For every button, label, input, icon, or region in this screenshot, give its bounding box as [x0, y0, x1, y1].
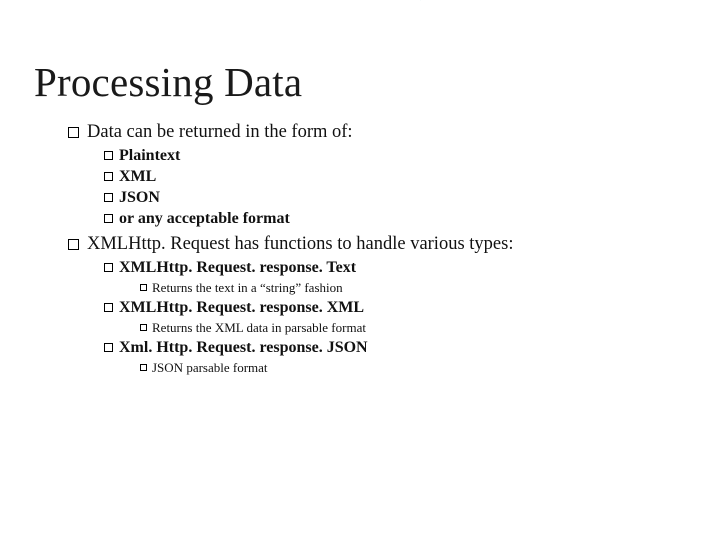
bullet-text: or any acceptable format — [119, 210, 290, 227]
square-bullet-icon — [104, 172, 113, 181]
bullet-lvl3: JSON parsable format — [140, 360, 680, 376]
bullet-text: JSON — [119, 189, 160, 206]
bullet-text: Returns the XML data in parsable format — [152, 320, 366, 335]
square-bullet-icon — [104, 263, 113, 272]
square-bullet-icon — [140, 284, 147, 291]
square-bullet-icon — [104, 303, 113, 312]
bullet-lvl2: JSON — [104, 189, 680, 207]
bullet-lvl1: XMLHttp. Request has functions to handle… — [34, 234, 680, 376]
slide-content: Processing Data Data can be returned in … — [0, 0, 720, 376]
bullet-lvl3: Returns the XML data in parsable format — [140, 320, 680, 336]
bullet-lvl2: XMLHttp. Request. response. Text — [104, 259, 680, 277]
bullet-text: Data can be returned in the form of: — [87, 122, 353, 142]
square-bullet-icon — [104, 214, 113, 223]
bullet-lvl2: or any acceptable format — [104, 210, 680, 228]
bullet-lvl3: Returns the text in a “string” fashion — [140, 280, 680, 296]
bullet-text: Returns the text in a “string” fashion — [152, 280, 343, 295]
bullet-text: Plaintext — [119, 147, 180, 164]
square-bullet-icon — [68, 239, 79, 250]
square-bullet-icon — [104, 343, 113, 352]
bullet-lvl1: Data can be returned in the form of: Pla… — [34, 122, 680, 228]
bullet-text: XMLHttp. Request. response. Text — [119, 259, 356, 276]
square-bullet-icon — [104, 193, 113, 202]
bullet-lvl2: XMLHttp. Request. response. XML — [104, 299, 680, 317]
bullet-lvl2: Plaintext — [104, 147, 680, 165]
bullet-text: XMLHttp. Request. response. XML — [119, 299, 364, 316]
square-bullet-icon — [140, 364, 147, 371]
square-bullet-icon — [140, 324, 147, 331]
bullet-text: XML — [119, 168, 156, 185]
slide-title: Processing Data — [34, 58, 680, 106]
bullet-text: JSON parsable format — [152, 360, 268, 375]
square-bullet-icon — [68, 127, 79, 138]
bullet-text: Xml. Http. Request. response. JSON — [119, 339, 368, 356]
bullet-text: XMLHttp. Request has functions to handle… — [87, 234, 513, 254]
square-bullet-icon — [104, 151, 113, 160]
bullet-lvl2: Xml. Http. Request. response. JSON — [104, 339, 680, 357]
bullet-lvl2: XML — [104, 168, 680, 186]
